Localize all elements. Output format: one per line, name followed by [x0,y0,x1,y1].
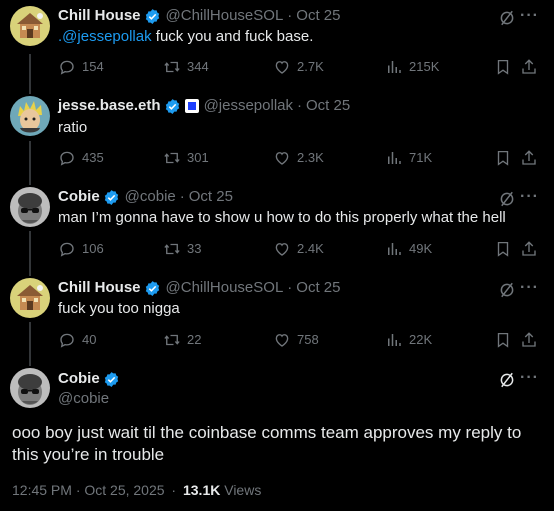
mention-link[interactable]: .@jessepollak [58,28,152,45]
verified-badge-icon [103,371,120,388]
tweet-meta: 12:45 PM · Oct 25, 2025 · 13.1K Views [12,482,262,498]
display-name[interactable]: Chill House [58,278,141,298]
like-button[interactable]: 2.4K [273,239,324,259]
tweet-text: man I’m gonna have to show u how to do t… [58,209,506,226]
grok-icon[interactable] [498,281,516,299]
views-count: 13.1K [182,482,221,498]
like-button[interactable]: 2.3K [273,148,324,168]
action-bar: 40 22 758 22K [58,330,542,350]
handle[interactable]: @cobie [125,187,176,207]
reply-icon [60,151,74,166]
timestamp[interactable]: Oct 25 [189,187,233,207]
views-button[interactable]: 215K [385,57,439,77]
reply-icon [60,60,74,75]
handle[interactable]: @jessepollak [204,96,293,116]
tweet-text: ooo boy just wait til the coinbase comms… [12,423,522,464]
affiliation-badge-icon[interactable] [184,99,199,113]
more-options-icon[interactable]: ··· [520,189,539,205]
verified-badge-icon [144,280,161,297]
repost-icon [164,61,180,73]
views-icon [388,152,401,164]
thread-line [29,54,31,94]
reply-button[interactable]: 435 [58,148,104,168]
reply-button[interactable]: 40 [58,330,96,350]
verified-badge-icon [103,189,120,206]
share-icon[interactable] [520,240,538,258]
more-options-icon[interactable]: ··· [520,280,539,296]
views-button[interactable]: 22K [385,330,432,350]
repost-icon [164,334,180,346]
repost-button[interactable]: 33 [163,239,201,259]
handle[interactable]: @cobie [58,389,109,409]
thread-line [29,231,31,276]
views-button[interactable]: 71K [385,148,432,168]
bookmark-icon[interactable] [494,331,512,349]
grok-icon[interactable] [498,371,516,389]
heart-icon [275,61,289,74]
repost-button[interactable]: 344 [163,57,209,77]
views-icon [388,334,401,346]
tweet-text: ratio [58,119,88,136]
display-name[interactable]: Cobie [58,187,100,207]
timestamp[interactable]: Oct 25 [306,96,350,116]
timestamp[interactable]: Oct 25 [296,6,340,26]
avatar[interactable] [10,278,50,318]
heart-icon [275,152,289,165]
repost-icon [164,152,180,164]
views-icon [388,61,401,73]
display-name[interactable]: Cobie [58,369,100,389]
reply-button[interactable]: 154 [58,57,104,77]
repost-button[interactable]: 22 [163,330,201,350]
more-options-icon[interactable]: ··· [520,8,539,24]
handle[interactable]: @ChillHouseSOL [166,278,284,298]
share-icon[interactable] [520,331,538,349]
avatar[interactable] [10,96,50,136]
views-icon [388,243,401,255]
heart-icon [275,243,289,256]
display-name[interactable]: Chill House [58,6,141,26]
views-button[interactable]: 49K [385,239,432,259]
bookmark-icon[interactable] [494,240,512,258]
more-options-icon[interactable]: ··· [520,370,539,386]
share-icon[interactable] [520,58,538,76]
tweet-text: fuck you too nigga [58,300,180,317]
verified-badge-icon [144,8,161,25]
bookmark-icon[interactable] [494,149,512,167]
grok-icon[interactable] [498,190,516,208]
tweet-text: .@jessepollak fuck you and fuck base. [58,28,314,45]
heart-icon [275,334,289,347]
timestamp[interactable]: 12:45 PM · Oct 25, 2025 [12,482,165,498]
repost-icon [164,243,180,255]
reply-icon [60,333,74,348]
grok-icon[interactable] [498,9,516,27]
action-bar: 106 33 2.4K 49K [58,239,542,259]
like-button[interactable]: 758 [273,330,319,350]
timestamp[interactable]: Oct 25 [296,278,340,298]
views-label: Views [224,482,262,498]
reply-button[interactable]: 106 [58,239,104,259]
action-bar: 435 301 2.3K 71K [58,148,542,168]
bookmark-icon[interactable] [494,58,512,76]
thread-line [29,141,31,185]
verified-badge-icon [164,98,181,115]
avatar[interactable] [10,6,50,46]
avatar[interactable] [10,187,50,227]
action-bar: 154 344 2.7K 215K [58,57,542,77]
handle[interactable]: @ChillHouseSOL [166,6,284,26]
like-button[interactable]: 2.7K [273,57,324,77]
repost-button[interactable]: 301 [163,148,209,168]
avatar[interactable] [10,368,50,408]
thread-line [29,322,31,366]
share-icon[interactable] [520,149,538,167]
display-name[interactable]: jesse.base.eth [58,96,161,116]
reply-icon [60,242,74,257]
